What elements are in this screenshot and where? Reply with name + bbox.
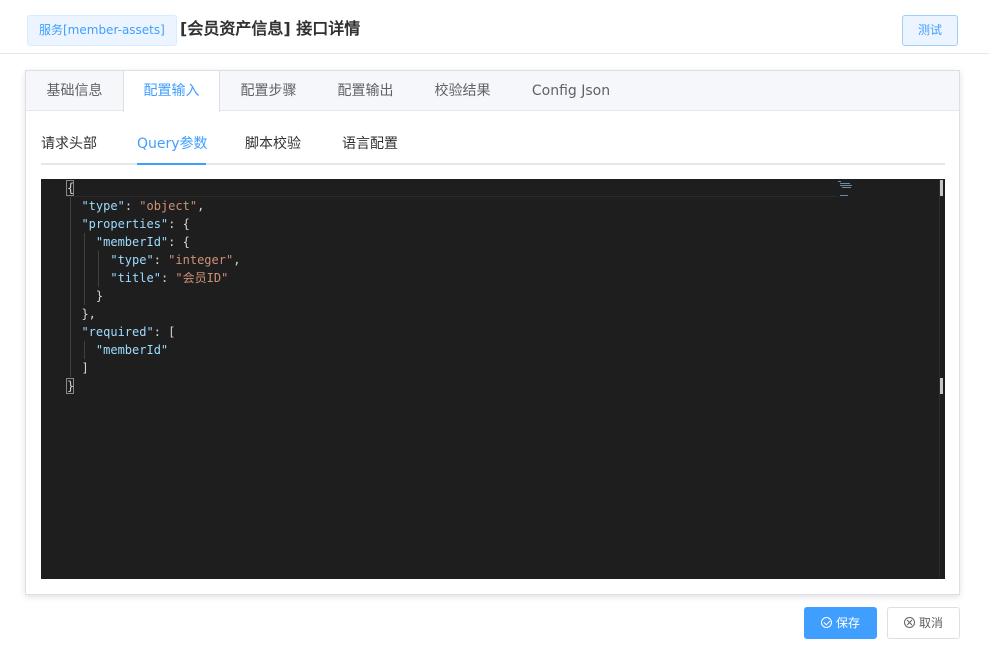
subtab-query-params[interactable]: Query参数 <box>137 124 208 165</box>
save-button[interactable]: 保存 <box>804 607 877 639</box>
code-token: : { <box>168 235 190 249</box>
code-token: ] <box>67 361 89 375</box>
code-token: : <box>160 271 176 285</box>
tab-basic-info[interactable]: 基础信息 <box>26 71 123 111</box>
code-token: , <box>197 199 205 213</box>
code-line: } <box>67 287 240 305</box>
subtab-language-config[interactable]: 语言配置 <box>342 124 398 165</box>
code-line: "title": "会员ID" <box>67 269 240 287</box>
code-token: : { <box>168 217 190 231</box>
code-token: { <box>67 181 75 195</box>
minimap[interactable] <box>836 181 860 205</box>
scrollbar-marker <box>940 180 943 196</box>
scrollbar-marker <box>940 378 943 394</box>
tab-config-steps[interactable]: 配置步骤 <box>220 71 317 111</box>
code-token: "memberId" <box>95 235 169 249</box>
code-line: "type": "integer", <box>67 251 240 269</box>
code-token: "properties" <box>81 217 169 231</box>
code-line: ] <box>67 359 240 377</box>
subtab-request-headers[interactable]: 请求头部 <box>41 124 97 165</box>
page-header: 服务[member-assets] [会员资产信息] 接口详情 测试 <box>0 0 989 54</box>
subtab-script-validation[interactable]: 脚本校验 <box>245 124 301 165</box>
check-circle-icon <box>820 617 832 628</box>
code-token: "object" <box>139 199 198 213</box>
code-content[interactable]: { "type": "object", "properties": { "mem… <box>67 179 240 395</box>
tab-config-json[interactable]: Config Json <box>511 71 631 111</box>
code-line: { <box>67 179 240 197</box>
code-line: "properties": { <box>67 215 240 233</box>
code-token: } <box>67 289 104 303</box>
code-token: "title" <box>110 271 161 285</box>
code-line: }, <box>67 305 240 323</box>
cancel-label: 取消 <box>918 616 943 630</box>
code-token: "integer" <box>168 253 234 267</box>
tab-validation-result[interactable]: 校验结果 <box>414 71 511 111</box>
code-token: "required" <box>81 325 154 339</box>
detail-card: 基础信息 配置输入 配置步骤 配置输出 校验结果 Config Json 请求头… <box>25 70 960 595</box>
code-editor[interactable]: { "type": "object", "properties": { "mem… <box>41 179 945 579</box>
sub-tabs: 请求头部 Query参数 脚本校验 语言配置 <box>41 124 945 165</box>
code-line: } <box>67 377 240 395</box>
code-token: } <box>67 379 75 393</box>
cancel-button[interactable]: 取消 <box>887 607 960 639</box>
code-token: }, <box>67 307 96 321</box>
active-subtab-indicator <box>137 163 206 165</box>
code-token: "type" <box>81 199 125 213</box>
code-line: "memberId": { <box>67 233 240 251</box>
tab-config-input[interactable]: 配置输入 <box>123 71 220 112</box>
code-line: "memberId" <box>67 341 240 359</box>
code-token: "type" <box>110 253 154 267</box>
code-token: "memberId" <box>95 343 169 357</box>
code-line: "required": [ <box>67 323 240 341</box>
code-token: : [ <box>153 325 176 339</box>
page-title: [会员资产信息] 接口详情 <box>180 19 361 38</box>
save-label: 保存 <box>835 616 860 630</box>
close-circle-icon <box>903 617 915 628</box>
code-token: , <box>233 253 241 267</box>
code-line: "type": "object", <box>67 197 240 215</box>
main-tabs: 基础信息 配置输入 配置步骤 配置输出 校验结果 Config Json <box>26 71 959 112</box>
service-tag: 服务[member-assets] <box>27 15 177 46</box>
code-token: : <box>153 253 169 267</box>
code-token: "会员ID" <box>175 271 229 285</box>
code-token: : <box>124 199 140 213</box>
tab-config-output[interactable]: 配置输出 <box>317 71 414 111</box>
test-button[interactable]: 测试 <box>902 15 958 46</box>
